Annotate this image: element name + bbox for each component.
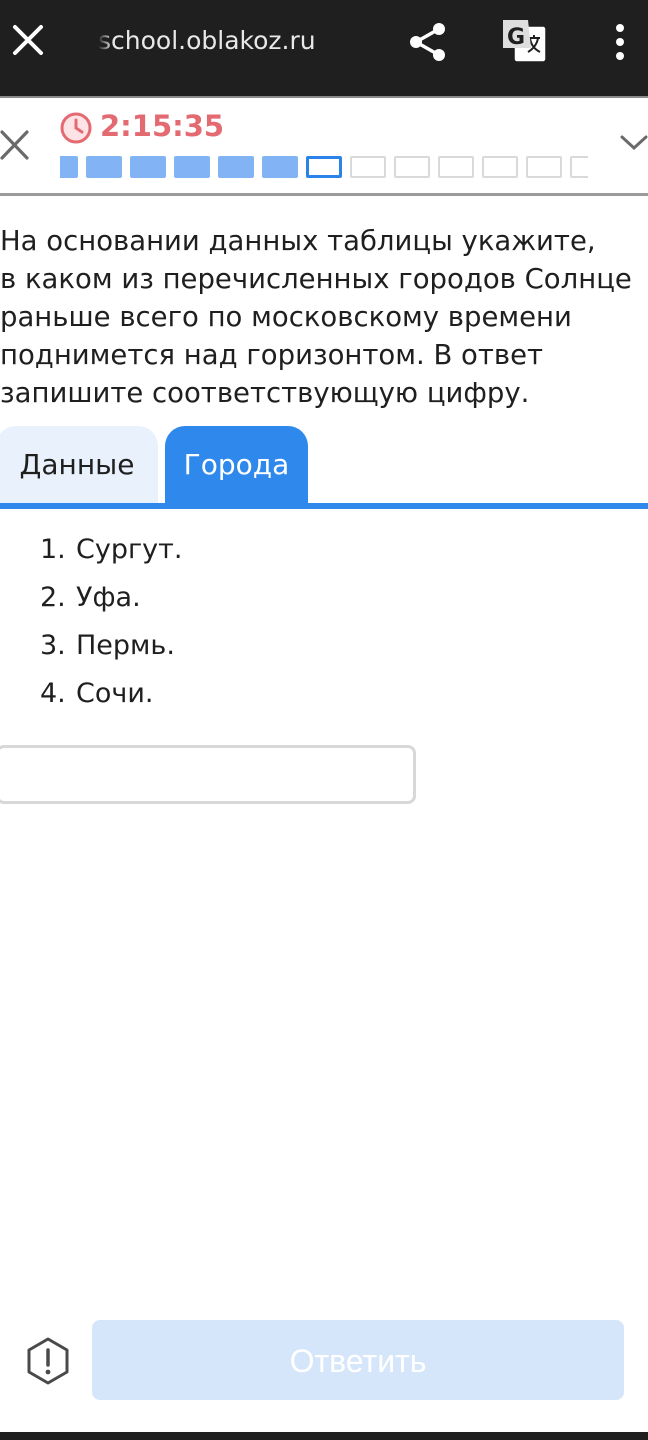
system-navigation-bar bbox=[0, 1432, 648, 1440]
list-item: 1. Сургут. bbox=[40, 530, 182, 578]
tab-data[interactable]: Данные bbox=[0, 426, 158, 504]
list-item: 2. Уфа. bbox=[40, 578, 182, 626]
submit-answer-button[interactable]: Ответить bbox=[92, 1320, 624, 1400]
chevron-down-icon bbox=[620, 135, 648, 151]
question-line: в каком из перечисленных городов Солнце bbox=[0, 263, 632, 295]
list-item-number: 2. bbox=[40, 582, 66, 613]
list-item-number: 4. bbox=[40, 678, 66, 709]
tab-underline bbox=[0, 503, 648, 509]
close-tab-button[interactable] bbox=[10, 22, 46, 58]
list-item-label: Сочи. bbox=[76, 678, 154, 709]
progress-step-9[interactable] bbox=[394, 156, 430, 178]
share-icon bbox=[410, 23, 445, 61]
translate-icon: G bbox=[503, 20, 547, 63]
clock-icon bbox=[60, 112, 92, 144]
progress-step-6[interactable] bbox=[262, 156, 298, 178]
question-line: поднимется над горизонтом. В ответ bbox=[0, 339, 544, 371]
list-item-label: Уфа. bbox=[76, 582, 141, 613]
translate-button[interactable]: G bbox=[500, 18, 548, 64]
progress-step-12[interactable] bbox=[526, 156, 562, 178]
svg-text:G: G bbox=[507, 25, 525, 50]
address-bar[interactable]: school.oblakoz.ru bbox=[98, 24, 318, 58]
report-problem-button[interactable] bbox=[24, 1336, 72, 1386]
test-header: 2:15:35 bbox=[0, 96, 648, 196]
browser-toolbar: school.oblakoz.ru G bbox=[0, 0, 648, 96]
progress-step-8[interactable] bbox=[350, 156, 386, 178]
progress-step-3[interactable] bbox=[130, 156, 166, 178]
question-progress bbox=[60, 154, 588, 180]
question-text: На основании данных таблицы укажите, в к… bbox=[0, 222, 648, 412]
progress-step-13[interactable] bbox=[570, 156, 588, 178]
progress-step-1[interactable] bbox=[60, 156, 78, 178]
list-item: 3. Пермь. bbox=[40, 626, 182, 674]
alert-icon bbox=[27, 1337, 69, 1385]
close-icon bbox=[0, 130, 29, 160]
more-vertical-icon bbox=[616, 24, 624, 60]
list-item: 4. Сочи. bbox=[40, 674, 182, 722]
list-item-number: 3. bbox=[40, 630, 66, 661]
progress-step-2[interactable] bbox=[86, 156, 122, 178]
close-icon bbox=[13, 25, 43, 55]
question-line: На основании данных таблицы укажите, bbox=[0, 225, 596, 257]
share-button[interactable] bbox=[406, 20, 450, 64]
progress-step-11[interactable] bbox=[482, 156, 518, 178]
tab-cities[interactable]: Города bbox=[165, 426, 308, 504]
progress-step-4[interactable] bbox=[174, 156, 210, 178]
progress-step-5[interactable] bbox=[218, 156, 254, 178]
progress-step-7[interactable] bbox=[306, 156, 342, 178]
exit-test-button[interactable] bbox=[0, 128, 30, 162]
answer-input[interactable] bbox=[0, 745, 416, 804]
progress-step-10[interactable] bbox=[438, 156, 474, 178]
list-item-number: 1. bbox=[40, 534, 66, 565]
timer: 2:15:35 bbox=[100, 109, 225, 143]
expand-button[interactable] bbox=[620, 132, 648, 154]
list-item-label: Сургут. bbox=[76, 534, 183, 565]
overflow-menu-button[interactable] bbox=[606, 20, 634, 64]
question-line: запишите соответствующую цифру. bbox=[0, 377, 530, 409]
city-list: 1. Сургут. 2. Уфа. 3. Пермь. 4. Сочи. bbox=[40, 530, 182, 722]
question-line: раньше всего по московскому времени bbox=[0, 301, 572, 333]
list-item-label: Пермь. bbox=[76, 630, 175, 661]
